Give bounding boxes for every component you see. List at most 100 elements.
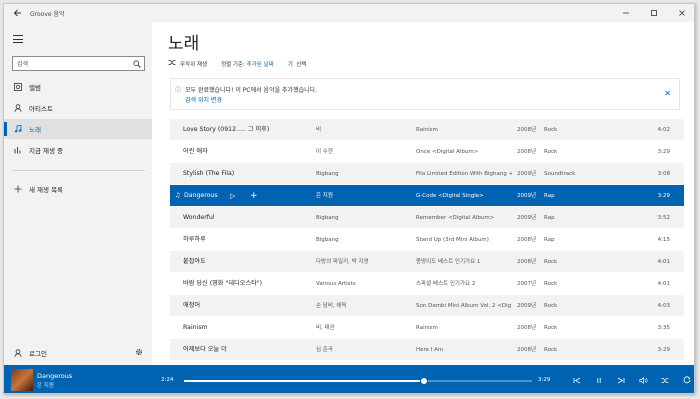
song-album: Rainism <box>416 325 438 331</box>
person-icon <box>13 104 23 112</box>
app-window: Groove 음악 검색 앨범 아티스트 노래 지금 재생 중 새 재생 목록 … <box>3 3 695 394</box>
song-album: G-Code <Digital Single> <box>416 193 484 199</box>
info-icon: ⓘ <box>175 87 182 94</box>
seek-thumb[interactable] <box>420 377 429 385</box>
total-time: 3:29 <box>538 377 551 383</box>
back-button[interactable] <box>4 4 30 22</box>
song-genre: Rock <box>544 325 558 331</box>
song-duration: 3:29 <box>657 347 670 353</box>
song-title: Wonderful <box>183 214 215 221</box>
song-genre: Rock <box>544 281 558 287</box>
song-year: 2008년 <box>517 237 537 243</box>
volume-button[interactable] <box>632 373 654 387</box>
song-year: 2009년 <box>517 171 537 177</box>
hamburger-menu-icon[interactable] <box>13 35 23 43</box>
song-genre: Rap <box>544 237 555 243</box>
current-time: 2:24 <box>161 377 174 383</box>
song-title: 어제보다 오늘 더 <box>183 346 227 353</box>
sidebar-item-label: 지금 재생 중 <box>29 147 64 155</box>
play-icon[interactable]: ▷ <box>230 185 235 207</box>
song-row[interactable]: 바람 당신 (영화 "데디오스타") Various Artists 스파셜 베스트… <box>170 273 684 295</box>
search-box[interactable]: 검색 <box>12 56 145 71</box>
repeat-toggle[interactable] <box>676 373 694 387</box>
music-note-icon <box>13 125 23 133</box>
song-row[interactable]: Love Story (0912..... 그 이후) 비 Rainism 2008년… <box>170 119 684 141</box>
sort-dropdown[interactable]: 정렬 기준: 추가된 날짜 <box>221 60 274 68</box>
seek-bar[interactable] <box>184 377 532 385</box>
shuffle-toggle[interactable] <box>654 373 676 387</box>
sidebar-item-songs[interactable]: 노래 <box>4 119 152 139</box>
song-duration: 4:03 <box>657 303 670 309</box>
select-label: 선택 <box>296 61 307 68</box>
song-row[interactable]: 어린 애자 이 수현 Once <Digital Album> 2008년 Rock 3:… <box>170 141 684 163</box>
notification-banner: ⓘ 모두 완료했습니다! 이 PC에서 음악을 추가했습니다. 검색 위치 변경… <box>170 78 680 110</box>
song-genre: Rock <box>544 259 558 265</box>
song-genre: Rap <box>544 215 555 221</box>
song-duration: 4:01 <box>657 281 670 287</box>
sidebar: 검색 앨범 아티스트 노래 지금 재생 중 새 재생 목록 로그인 <box>4 22 152 365</box>
close-window-button[interactable] <box>668 4 694 22</box>
song-row[interactable]: Stylish (The Fila) Bigbang Fila Limited Ed… <box>170 163 684 185</box>
song-row[interactable]: Wonderful Bigbang Remember <Digital Album>… <box>170 207 684 229</box>
sidebar-item-artists[interactable]: 아티스트 <box>4 98 152 118</box>
song-title: 바람 당신 (영화 "데디오스타") <box>183 280 263 287</box>
song-list: Love Story (0912..... 그 이후) 비 Rainism 2008년… <box>170 119 684 383</box>
sidebar-item-now-playing[interactable]: 지금 재생 중 <box>4 140 152 160</box>
song-album: 스파셜 베스트 인기가요 2 <box>416 281 476 287</box>
song-title: 하루하루 <box>183 236 206 243</box>
search-icon[interactable] <box>130 57 144 70</box>
genre-filter-dropdown[interactable]: 기 선택 <box>288 60 307 68</box>
window-title: Groove 음악 <box>30 10 65 18</box>
song-year: 2007년 <box>517 281 537 287</box>
shuffle-label: 무작위 재생 <box>180 61 208 68</box>
song-row[interactable]: Rainism 비, 태완 Rainism 2008년 Rock 3:35 <box>170 317 684 339</box>
page-title: 노래 <box>168 34 200 54</box>
song-year: 2009년 <box>517 303 537 309</box>
maximize-icon <box>651 10 657 16</box>
song-artist: 심 준곡 <box>316 347 333 353</box>
song-year: 2008년 <box>517 149 537 155</box>
song-row[interactable]: 붙잡아도 다방의 파일키, 박 지영 몽땅이도 베스트 인기가요 1 2008년 Roc… <box>170 251 684 273</box>
song-artist: 비 <box>316 127 322 133</box>
song-genre: Rock <box>544 149 558 155</box>
playback-controls <box>566 373 694 387</box>
person-icon <box>13 349 23 357</box>
minimize-button[interactable] <box>612 4 640 22</box>
song-row[interactable]: 하루하루 Bigbang Stand Up (3rd Mini Album) 2008… <box>170 229 684 251</box>
song-album: Here I Am <box>416 347 444 353</box>
previous-button[interactable] <box>566 373 588 387</box>
song-row[interactable]: 애청어 손 담비, 에픽 Son Dambi Mini Album Vol. 2 <… <box>170 295 684 317</box>
gear-icon[interactable] <box>135 348 143 358</box>
change-location-link[interactable]: 검색 위치 변경 <box>185 95 222 104</box>
login-button[interactable]: 로그인 <box>4 343 152 363</box>
song-album: Son Dambi Mini Album Vol. 2 <Dig <box>416 303 512 309</box>
close-icon[interactable]: ✕ <box>664 89 671 98</box>
sidebar-item-albums[interactable]: 앨범 <box>4 77 152 97</box>
command-bar: 무작위 재생 정렬 기준: 추가된 날짜 기 선택 <box>168 59 320 68</box>
song-row[interactable]: 어제보다 오늘 더 심 준곡 Here I Am 2008년 Rock 3:29 <box>170 339 684 361</box>
next-button[interactable] <box>610 373 632 387</box>
song-title: 붙잡아도 <box>183 258 206 265</box>
sort-value: 추가된 날짜 <box>246 61 274 68</box>
previous-icon <box>573 377 581 383</box>
sidebar-item-label: 노래 <box>29 126 41 134</box>
song-row[interactable]: Dangerous 은 지원 G-Code <Digital Single> 2009… <box>170 185 684 207</box>
pause-icon <box>597 377 601 383</box>
song-genre: Rock <box>544 347 558 353</box>
song-genre: Rock <box>544 127 558 133</box>
maximize-button[interactable] <box>640 4 668 22</box>
title-bar: Groove 음악 <box>4 4 694 22</box>
album-art[interactable] <box>11 369 33 391</box>
song-duration: 3:08 <box>657 171 670 177</box>
player-bar: Dangerous 은 지원 2:24 3:29 <box>4 365 694 393</box>
song-artist: Various Artists <box>316 281 356 287</box>
song-duration: 4:02 <box>657 127 670 133</box>
add-to-icon[interactable]: + <box>250 185 258 207</box>
shuffle-button[interactable]: 무작위 재생 <box>168 59 207 68</box>
pause-button[interactable] <box>588 373 610 387</box>
song-artist: 비, 태완 <box>316 325 335 331</box>
login-label: 로그인 <box>29 350 47 358</box>
search-input[interactable]: 검색 <box>13 59 130 68</box>
song-artist: Bigbang <box>316 215 339 221</box>
new-playlist-button[interactable]: 새 재생 목록 <box>4 179 152 199</box>
